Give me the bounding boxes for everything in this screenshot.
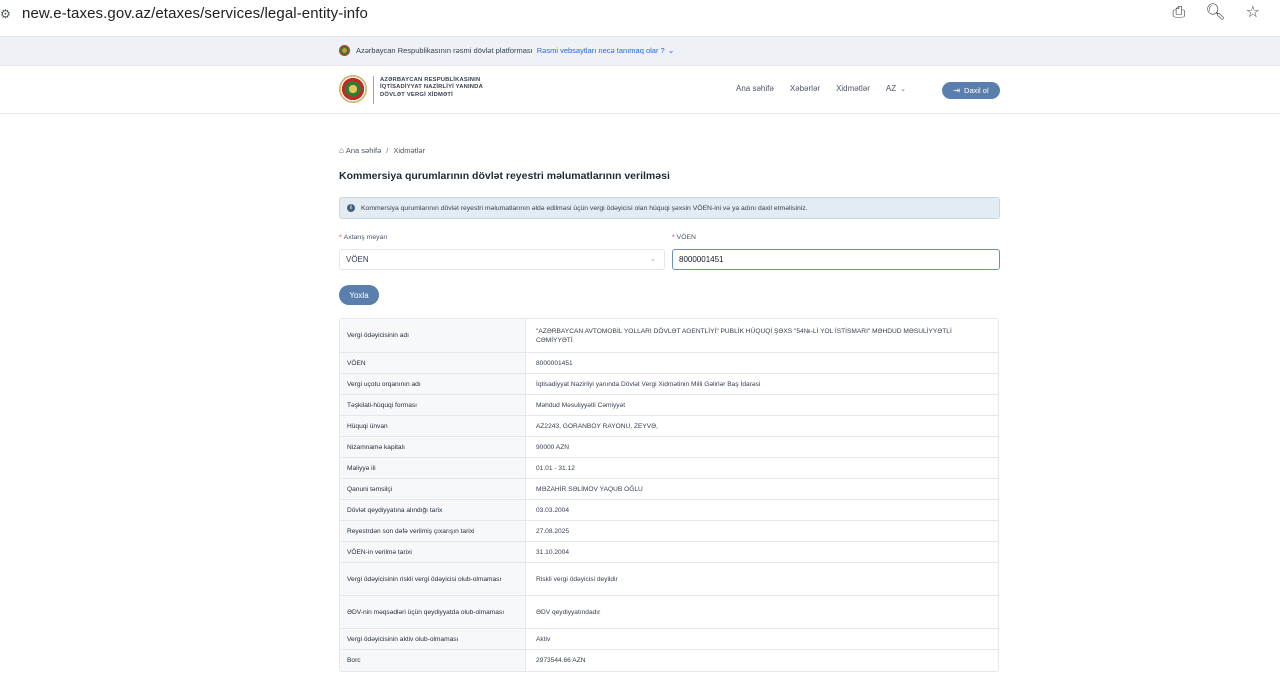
table-row: Təşkilati-hüquqi forması Məhdud Məsuliyy… [340, 395, 998, 416]
info-icon: i [347, 204, 355, 212]
breadcrumb-separator: / [386, 146, 389, 155]
table-row: Vergi ödəyicisinin riskli vergi ödəyicis… [340, 563, 998, 596]
logo-emblem[interactable] [339, 75, 367, 103]
browser-address-bar: ⚙ new.e-taxes.gov.az/etaxes/services/leg… [0, 0, 1280, 27]
table-row: ƏDV-nin məqsədləri üçün qeydiyyatda olub… [340, 596, 998, 629]
site-header: AZƏRBAYCAN RESPUBLİKASININ İQTİSADİYYAT … [0, 66, 1280, 114]
site-settings-icon[interactable]: ⚙ [0, 7, 14, 21]
row-value: 03.03.2004 [526, 500, 998, 520]
chevron-down-icon[interactable]: ⌄ [668, 46, 675, 55]
browser-actions: ⎙ 🔍︎ ☆ [1173, 4, 1260, 22]
language-label: AZ [885, 84, 897, 93]
row-key: Borc [340, 650, 526, 671]
row-value: 27.08.2025 [526, 521, 998, 541]
table-row: Borc 2973544.66 AZN [340, 650, 998, 671]
language-select[interactable]: AZ ⌄ [886, 84, 906, 93]
voen-input[interactable] [672, 249, 1000, 270]
table-row: VÖEN 8000001451 [340, 353, 998, 374]
criteria-select[interactable]: VÖEN ⌄ [339, 249, 665, 270]
breadcrumb-current[interactable]: Xidmətlər [393, 146, 425, 155]
row-key: Maliyyə ili [340, 458, 526, 478]
row-value: 90000 AZN [526, 437, 998, 457]
row-value: 31.10.2004 [526, 542, 998, 562]
chevron-down-icon: ⌄ [900, 85, 906, 93]
row-key: Dövlət qeydiyyatına alındığı tarix [340, 500, 526, 520]
row-value: İqtisadiyyat Nazirliyi yanında Dövlət Ve… [526, 374, 998, 394]
criteria-label: * Axtarış meyarı [339, 234, 387, 241]
nav-home[interactable]: Ana səhifə [736, 84, 774, 93]
required-marker: * [339, 234, 342, 241]
org-name-line: İQTİSADİYYAT NAZİRLİYİ YANINDA [380, 84, 483, 91]
criteria-label-text: Axtarış meyarı [343, 234, 388, 241]
org-name-line: DÖVLƏT VERGİ XİDMƏTİ [380, 91, 453, 98]
table-row: Vergi ödəyicisinin aktiv olub-olmaması A… [340, 629, 998, 650]
result-table: Vergi ödəyicisinin adı "AZƏRBAYCAN AVTOM… [339, 318, 999, 672]
row-value: ƏDV qeydiyyatındadır [526, 596, 998, 628]
table-row: Reyestrdən son dəfə verilmiş çıxarışın t… [340, 521, 998, 542]
home-icon[interactable]: ⌂ [339, 146, 344, 155]
row-value: MƏZAHİR SƏLİMOV YAQUB OĞLU [526, 479, 998, 499]
install-app-icon[interactable]: ⎙ [1173, 4, 1186, 22]
row-value: Məhdud Məsuliyyətli Cəmiyyət [526, 395, 998, 415]
row-key: VÖEN [340, 353, 526, 373]
logo-divider [373, 76, 374, 104]
row-value: 01.01 - 31.12 [526, 458, 998, 478]
login-label: Daxil ol [964, 86, 989, 95]
table-row: Nizamnamə kapitalı 90000 AZN [340, 437, 998, 458]
table-row: Hüquqi ünvan AZ2243, GORANBOY RAYONU, ZE… [340, 416, 998, 437]
breadcrumb-home[interactable]: Ana səhifə [346, 146, 381, 155]
table-row: Maliyyə ili 01.01 - 31.12 [340, 458, 998, 479]
row-key: Nizamnamə kapitalı [340, 437, 526, 457]
row-key: ƏDV-nin məqsədləri üçün qeydiyyatda olub… [340, 596, 526, 628]
row-key: Qanuni təmsilçi [340, 479, 526, 499]
row-key: Vergi ödəyicisinin aktiv olub-olmaması [340, 629, 526, 649]
table-row: Dövlət qeydiyyatına alındığı tarix 03.03… [340, 500, 998, 521]
check-button[interactable]: Yoxla [339, 285, 379, 305]
row-value: 2973544.66 AZN [526, 650, 998, 671]
row-key: Vergi ödəyicisinin adı [340, 319, 526, 352]
row-value: AZ2243, GORANBOY RAYONU, ZEYVƏ, [526, 416, 998, 436]
row-value: Riskli vergi ödəyicisi deyildir [526, 563, 998, 595]
org-name[interactable]: AZƏRBAYCAN RESPUBLİKASININ İQTİSADİYYAT … [380, 77, 483, 99]
row-key: Hüquqi ünvan [340, 416, 526, 436]
bookmark-star-icon[interactable]: ☆ [1246, 4, 1260, 22]
row-value: "AZƏRBAYCAN AVTOMOBİL YOLLARI DÖVLƏT AGE… [526, 319, 998, 352]
zoom-icon[interactable]: 🔍︎ [1205, 4, 1225, 22]
table-row: Vergi uçotu orqanının adı İqtisadiyyat N… [340, 374, 998, 395]
row-key: Vergi uçotu orqanının adı [340, 374, 526, 394]
row-key: Vergi ödəyicisinin riskli vergi ödəyicis… [340, 563, 526, 595]
login-button[interactable]: ⇥ Daxil ol [942, 82, 1000, 99]
row-key: Təşkilati-hüquqi forması [340, 395, 526, 415]
gov-banner: Azərbaycan Respublikasının rəsmi dövlət … [0, 36, 1280, 66]
nav-services[interactable]: Xidmətlər [836, 84, 870, 93]
row-key: Reyestrdən son dəfə verilmiş çıxarışın t… [340, 521, 526, 541]
criteria-select-value: VÖEN [346, 255, 369, 264]
login-icon: ⇥ [953, 86, 961, 95]
page-title: Kommersiya qurumlarının dövlət reyestri … [339, 170, 670, 182]
url-field[interactable]: new.e-taxes.gov.az/etaxes/services/legal… [22, 5, 368, 22]
info-alert-text: Kommersiya qurumlarının dövlət reyestri … [361, 204, 808, 212]
row-value: 8000001451 [526, 353, 998, 373]
row-value: Aktiv [526, 629, 998, 649]
table-row: VÖEN-in verilmə tarixi 31.10.2004 [340, 542, 998, 563]
required-marker: * [672, 234, 675, 241]
main-nav: Ana səhifə Xəbərlər Xidmətlər AZ ⌄ [736, 84, 915, 93]
gov-banner-link[interactable]: Rəsmi vebsaytları necə tanımaq olar ? [537, 46, 665, 55]
table-row: Vergi ödəyicisinin adı "AZƏRBAYCAN AVTOM… [340, 319, 998, 353]
gov-banner-text: Azərbaycan Respublikasının rəsmi dövlət … [356, 46, 533, 55]
table-row: Qanuni təmsilçi MƏZAHİR SƏLİMOV YAQUB OĞ… [340, 479, 998, 500]
voen-label-text: VÖEN [676, 234, 696, 241]
chevron-down-icon: ⌄ [650, 256, 656, 263]
info-alert: i Kommersiya qurumlarının dövlət reyestr… [339, 197, 1000, 219]
emblem-icon [339, 45, 350, 56]
breadcrumb: ⌂ Ana səhifə / Xidmətlər [339, 146, 425, 155]
voen-label: * VÖEN [672, 234, 696, 241]
row-key: VÖEN-in verilmə tarixi [340, 542, 526, 562]
nav-news[interactable]: Xəbərlər [790, 84, 820, 93]
